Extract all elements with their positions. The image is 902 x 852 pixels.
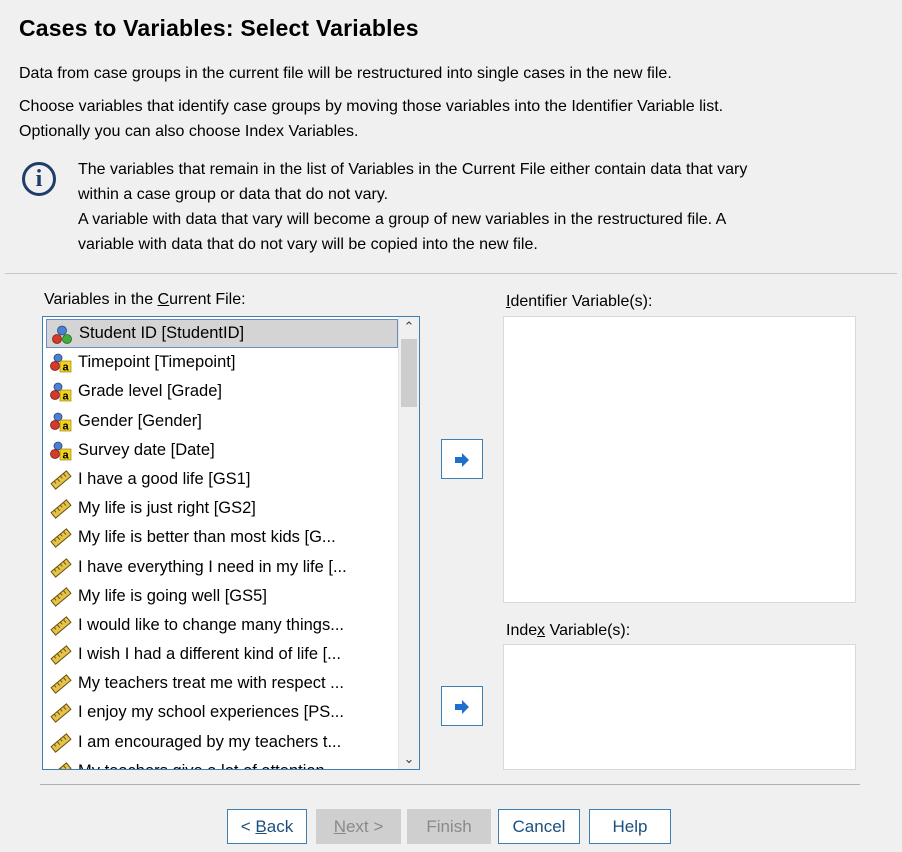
- info-line-2: within a case group or data that do not …: [78, 186, 389, 203]
- svg-text:a: a: [63, 391, 70, 403]
- move-to-identifier-button[interactable]: [441, 439, 483, 479]
- intro-text: Data from case groups in the current fil…: [19, 65, 672, 82]
- variable-item[interactable]: I have a good life [GS1]: [46, 465, 398, 494]
- source-variable-list[interactable]: Student ID [StudentID] a Timepoint [Timepo…: [42, 316, 420, 770]
- scale-icon: [50, 499, 72, 519]
- variable-item[interactable]: a Grade level [Grade]: [46, 377, 398, 406]
- variable-item-label: I enjoy my school experiences [PS...: [78, 703, 344, 722]
- variable-item[interactable]: My life is just right [GS2]: [46, 494, 398, 523]
- scale-icon: [50, 616, 72, 636]
- separator-bottom: [40, 784, 860, 785]
- variable-item-label: I am encouraged by my teachers t...: [78, 732, 342, 751]
- variable-item[interactable]: I am encouraged by my teachers t...: [46, 728, 398, 757]
- variable-items: Student ID [StudentID] a Timepoint [Timepo…: [46, 319, 398, 769]
- next-label-post: ext >: [345, 817, 384, 836]
- separator-top: [5, 273, 897, 274]
- scale-icon: [50, 761, 72, 769]
- variable-item[interactable]: a Timepoint [Timepoint]: [46, 348, 398, 377]
- scroll-up-button[interactable]: ⌃: [399, 317, 419, 337]
- source-list-label: Variables in the Current File:: [44, 291, 246, 309]
- scale-icon: [50, 703, 72, 724]
- variable-item[interactable]: I have everything I need in my life [...: [46, 553, 398, 582]
- variable-item-label: Grade level [Grade]: [78, 382, 222, 401]
- source-label-post: urrent File:: [169, 291, 246, 308]
- svg-text:a: a: [63, 449, 70, 461]
- next-label-mnemonic: N: [333, 817, 346, 836]
- source-label-mnemonic: C: [157, 291, 170, 308]
- back-label-post: ack: [266, 817, 294, 836]
- source-label-pre: Variables in the: [44, 291, 158, 308]
- right-arrow-icon: [455, 700, 469, 714]
- nominal-string-icon: a: [50, 412, 72, 432]
- variable-item-label: Gender [Gender]: [78, 411, 202, 430]
- variable-item[interactable]: I wish I had a different kind of life [.…: [46, 640, 398, 669]
- info-line-4: variable with data that do not vary will…: [78, 236, 538, 253]
- scale-icon: [50, 470, 72, 490]
- nominal-string-icon: a: [50, 353, 72, 374]
- nominal-icon: [51, 325, 73, 345]
- variable-item[interactable]: I enjoy my school experiences [PS...: [46, 698, 398, 727]
- scale-icon: [50, 645, 72, 665]
- back-button[interactable]: < Back: [227, 809, 307, 844]
- scroll-thumb[interactable]: [401, 339, 417, 407]
- info-icon: i: [22, 162, 56, 196]
- nominal-string-icon: a: [50, 382, 72, 403]
- index-label-post: Variable(s):: [545, 622, 631, 639]
- info-line-1: The variables that remain in the list of…: [78, 161, 748, 178]
- index-label-mnemonic: x: [537, 622, 546, 639]
- page-title: Cases to Variables: Select Variables: [19, 15, 419, 41]
- variable-item-label: My life is better than most kids [G...: [78, 528, 336, 547]
- list-scrollbar[interactable]: ⌃ ⌄: [398, 317, 419, 769]
- scale-icon: [50, 586, 72, 607]
- identifier-variable-list[interactable]: [503, 316, 856, 603]
- variable-item-label: Student ID [StudentID]: [79, 324, 245, 342]
- svg-text:a: a: [63, 362, 70, 374]
- back-label-mnemonic: B: [255, 817, 267, 836]
- help-button[interactable]: Help: [589, 809, 671, 844]
- scale-icon: [50, 674, 72, 695]
- variable-item-label: Timepoint [Timepoint]: [78, 353, 236, 372]
- info-text: The variables that remain in the list of…: [78, 157, 878, 257]
- finish-button[interactable]: Finish: [407, 809, 491, 844]
- variable-item-label: My life is going well [GS5]: [78, 586, 267, 605]
- scale-icon: [50, 528, 72, 549]
- instruction-text: Choose variables that identify case grou…: [19, 94, 879, 144]
- move-to-index-button[interactable]: [441, 686, 483, 726]
- identifier-list-label: Identifier Variable(s):: [506, 293, 652, 311]
- next-button[interactable]: Next >: [316, 809, 401, 844]
- index-list-label: Index Variable(s):: [506, 622, 630, 640]
- variable-item[interactable]: My teachers give a lot of attention: [46, 757, 398, 769]
- variable-item[interactable]: a Survey date [Date]: [46, 436, 398, 465]
- variable-item[interactable]: My life is better than most kids [G...: [46, 523, 398, 552]
- variable-item[interactable]: a Gender [Gender]: [46, 407, 398, 436]
- cancel-button[interactable]: Cancel: [498, 809, 580, 844]
- variable-item-label: My life is just right [GS2]: [78, 499, 256, 518]
- scroll-down-button[interactable]: ⌄: [399, 749, 419, 769]
- instruction-line-2: Optionally you can also choose Index Var…: [19, 123, 359, 140]
- variable-item-label: I have everything I need in my life [...: [78, 557, 347, 576]
- variable-item[interactable]: My teachers treat me with respect ...: [46, 669, 398, 698]
- back-label-pre: <: [240, 817, 256, 836]
- variable-item-label: I have a good life [GS1]: [78, 469, 251, 488]
- info-line-3: A variable with data that vary will beco…: [78, 211, 727, 228]
- nominal-string-icon: a: [50, 441, 72, 461]
- right-arrow-icon: [455, 453, 469, 467]
- variable-item-label: I wish I had a different kind of life [.…: [78, 645, 341, 664]
- instruction-line-1: Choose variables that identify case grou…: [19, 98, 724, 115]
- variable-item-label: I would like to change many things...: [78, 615, 344, 634]
- index-label-pre: Inde: [506, 622, 538, 639]
- variable-item-label: My teachers give a lot of attention: [78, 762, 325, 769]
- index-variable-list[interactable]: [503, 644, 856, 770]
- variable-item[interactable]: I would like to change many things...: [46, 611, 398, 640]
- variable-item[interactable]: Student ID [StudentID]: [46, 319, 398, 349]
- scale-icon: [50, 557, 72, 578]
- identifier-label-post: dentifier Variable(s):: [510, 293, 653, 310]
- variable-item[interactable]: My life is going well [GS5]: [46, 582, 398, 611]
- variable-item-label: Survey date [Date]: [78, 440, 215, 459]
- scale-icon: [50, 732, 72, 753]
- variable-item-label: My teachers treat me with respect ...: [78, 674, 344, 693]
- svg-text:a: a: [63, 420, 70, 432]
